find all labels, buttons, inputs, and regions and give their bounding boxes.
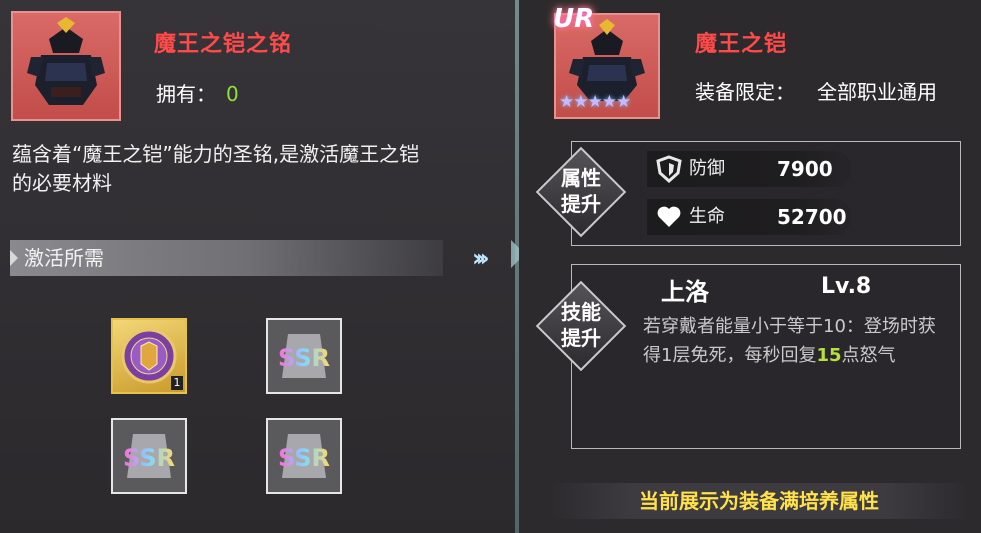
ssr-placeholder-icon: SSR xyxy=(123,434,175,478)
shield-icon xyxy=(655,155,683,184)
skill-section-text: 技能提升 xyxy=(561,300,601,350)
ssr-label: SSR xyxy=(123,444,175,472)
requirement-header: 激活所需 xyxy=(10,240,443,276)
stat-row-defense: 防御 7900 xyxy=(647,151,852,187)
material-quantity: 1 xyxy=(171,376,183,390)
star-icon: ★ xyxy=(587,92,603,112)
material-slot-ssr[interactable]: SSR xyxy=(266,318,342,394)
equip-limit: 装备限定： 全部职业通用 xyxy=(695,76,937,105)
skill-name: 上洛 xyxy=(661,278,709,306)
equipment-detail-screen: 魔王之铠之铭 拥有： 0 蕴含着“魔王之铠”能力的圣铭,是激活魔王之铠的必要材料 … xyxy=(0,0,981,533)
equipment-name: 魔王之铠 xyxy=(695,32,788,57)
owned-count: 拥有： 0 xyxy=(156,78,239,107)
material-slot-emblem[interactable]: 1 xyxy=(111,318,187,394)
stat-name: 防御 xyxy=(689,158,725,179)
star-icon: ★ xyxy=(573,92,588,112)
material-slot-ssr[interactable]: SSR xyxy=(266,418,342,494)
ssr-placeholder-icon: SSR xyxy=(278,334,330,378)
limit-label: 装备限定： xyxy=(695,80,795,104)
equipment-panel: UR ★★★★★ 魔王之铠 装备限定： 全部职业通用 属性提升 防御 7900 生… xyxy=(519,0,981,533)
max-stats-note: 当前展示为装备满培养属性 xyxy=(549,483,969,519)
skill-description: 若穿戴者能量小于等于10：登场时获得1层免死，每秒回复15点怒气 xyxy=(643,312,943,370)
stat-value: 7900 xyxy=(777,157,833,181)
inscription-portrait xyxy=(11,11,121,121)
star-icon: ★ xyxy=(616,92,631,112)
star-icon: ★ xyxy=(601,92,617,112)
skill-level: Lv.8 xyxy=(821,274,872,299)
inscription-panel: 魔王之铠之铭 拥有： 0 蕴含着“魔王之铠”能力的圣铭,是激活魔王之铠的必要材料 … xyxy=(0,0,515,533)
stat-value: 52700 xyxy=(777,205,847,229)
limit-value: 全部职业通用 xyxy=(817,80,937,104)
ssr-label: SSR xyxy=(278,344,330,372)
stat-row-hp: 生命 52700 xyxy=(647,199,852,235)
star-icon: ★ xyxy=(559,92,574,112)
armor-image xyxy=(27,17,105,105)
chevron-right-arrows-icon: ››› xyxy=(472,244,490,272)
ssr-placeholder-icon: SSR xyxy=(278,434,330,478)
rarity-badge: UR xyxy=(553,4,595,34)
material-slot-ssr[interactable]: SSR xyxy=(111,418,187,494)
star-rating: ★★★★★ xyxy=(559,92,631,112)
attr-section-label: 属性提升 xyxy=(541,165,621,217)
skill-desc-text: 点怒气 xyxy=(841,345,896,366)
stat-name: 生命 xyxy=(689,206,725,227)
skill-section-label: 技能提升 xyxy=(541,299,621,351)
inscription-name: 魔王之铠之铭 xyxy=(154,32,293,57)
heart-icon xyxy=(655,203,683,231)
skill-desc-highlight: 15 xyxy=(816,345,842,366)
owned-value: 0 xyxy=(226,82,239,106)
attr-section-text: 属性提升 xyxy=(561,166,601,216)
owned-label: 拥有： xyxy=(156,82,216,106)
ssr-label: SSR xyxy=(278,444,330,472)
inscription-description: 蕴含着“魔王之铠”能力的圣铭,是激活魔王之铠的必要材料 xyxy=(12,142,420,195)
